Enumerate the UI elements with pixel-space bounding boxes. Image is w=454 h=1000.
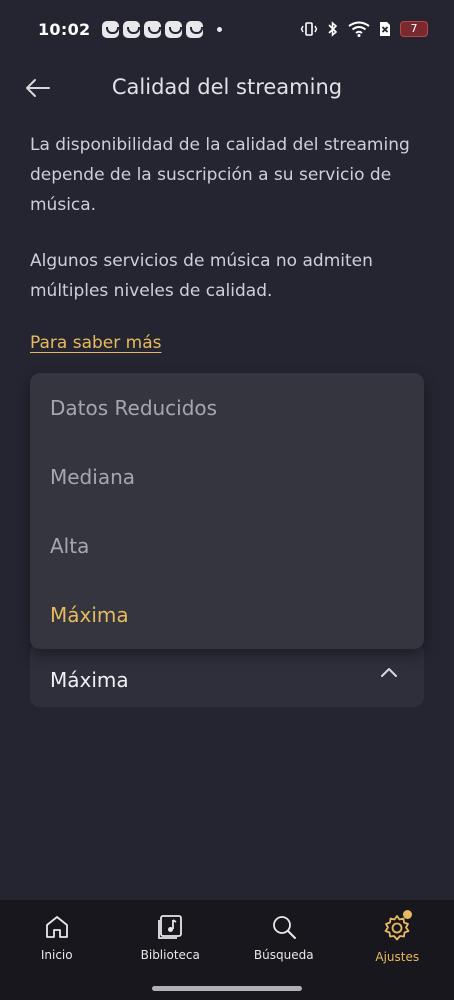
no-sim-icon [380,22,390,36]
home-indicator[interactable] [152,986,302,991]
status-time: 10:02 [38,19,91,39]
vibrate-icon [300,22,318,36]
home-icon [45,916,68,938]
header: Calidad del streaming [0,58,454,116]
select-value: Máxima [50,667,129,692]
pocketcasts-notification-icon [186,20,204,38]
pocketcasts-notification-icon [123,20,141,38]
menu-item-alta[interactable]: Alta [30,511,424,580]
search-icon [272,916,296,939]
bottom-nav: Inicio Biblioteca Búsqueda Ajustes [0,900,454,1000]
library-icon [158,915,183,939]
menu-item-mediana[interactable]: Mediana [30,442,424,511]
chevron-up-icon [381,668,397,677]
battery-indicator: 7 [400,21,428,37]
status-bar: 10:02 7 [0,0,454,58]
nav-label: Inicio [40,948,73,962]
nav-item-busqueda[interactable]: Búsqueda [227,900,341,1000]
nav-label: Biblioteca [140,948,200,962]
bluetooth-icon [328,21,338,37]
pocketcasts-notification-icon [165,20,183,38]
status-right: 7 [300,21,428,37]
learn-more-link[interactable]: Para saber más [30,333,161,353]
quality-dropdown-menu: Datos Reducidos Mediana Alta Máxima [30,373,424,649]
pocketcasts-notification-icon [102,20,120,38]
description-paragraph: La disponibilidad de la calidad del stre… [30,135,410,215]
nav-item-inicio[interactable]: Inicio [0,900,114,1000]
notification-badge [402,910,412,919]
nav-item-ajustes[interactable]: Ajustes [341,900,454,1000]
notification-icons [102,20,223,38]
pocketcasts-notification-icon [144,20,162,38]
quality-select[interactable]: Máxima [30,642,424,707]
menu-item-datos-reducidos[interactable]: Datos Reducidos [30,373,424,442]
page-title: Calidad del streaming [111,75,343,99]
nav-label: Búsqueda [253,948,314,962]
menu-item-maxima[interactable]: Máxima [30,580,424,649]
nav-item-biblioteca[interactable]: Biblioteca [114,900,228,1000]
nav-label: Ajustes [375,950,420,964]
description-paragraph: Algunos servicios de música no admiten m… [30,251,373,301]
more-notifications-dot [217,26,223,32]
wifi-icon [348,21,370,37]
